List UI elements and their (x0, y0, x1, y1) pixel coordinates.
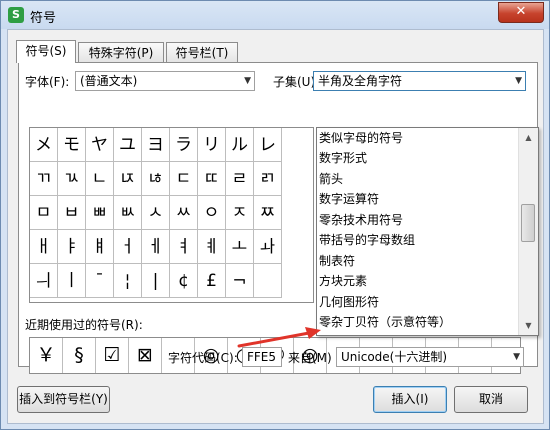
symbol-cell[interactable]: ¦ (114, 264, 142, 298)
font-select-value: (普通文本) (80, 74, 138, 88)
symbol-cell[interactable]: ¯ (86, 264, 114, 298)
close-button[interactable]: ✕ (498, 2, 544, 23)
recent-symbols-label: 近期使用过的符号(R): (25, 318, 143, 332)
symbol-cell[interactable]: ㅑ (58, 230, 86, 264)
scroll-thumb[interactable] (521, 204, 535, 242)
symbol-cell[interactable]: ㄶ (142, 162, 170, 196)
dropdown-item[interactable]: 零杂技术用符号 (319, 210, 517, 230)
from-select[interactable]: Unicode(十六进制) ▼ (336, 347, 524, 367)
window-title: 符号 (30, 11, 57, 26)
from-label: 来自(M) (288, 351, 332, 365)
symbol-cell[interactable]: ㅔ (142, 230, 170, 264)
symbol-cell[interactable]: ㅈ (226, 196, 254, 230)
chevron-down-icon: ▼ (244, 76, 251, 86)
recent-symbol[interactable]: ⊠ (129, 338, 162, 373)
dialog-body: 符号(S) 特殊字符(P) 符号栏(T) 字体(F): (普通文本) ▼ 子集(… (7, 29, 544, 424)
symbol-cell[interactable]: モ (58, 128, 86, 162)
dropdown-item[interactable]: 几何图形符 (319, 292, 517, 312)
cancel-button[interactable]: 取消 (454, 386, 528, 413)
recent-symbol[interactable]: ￥ (30, 338, 63, 373)
symbol-cell[interactable]: ヤ (86, 128, 114, 162)
title-bar: S 符号 ✕ (1, 1, 549, 29)
dropdown-scrollbar[interactable]: ▲ ▼ (518, 128, 538, 335)
symbol-cell[interactable]: ㄵ (114, 162, 142, 196)
symbol-cell[interactable]: ㄷ (170, 162, 198, 196)
chevron-down-icon: ▼ (515, 76, 522, 86)
symbol-cell[interactable] (254, 264, 282, 298)
dropdown-item[interactable]: 类似字母的符号 (319, 128, 517, 148)
symbol-cell[interactable]: ㅒ (86, 230, 114, 264)
dropdown-item[interactable]: 箭头 (319, 169, 517, 189)
subset-dropdown-list: 类似字母的符号 数字形式 箭头 数字运算符 零杂技术用符号 带括号的字母数组 制… (316, 127, 539, 336)
dropdown-item[interactable]: 带括号的字母数组 (319, 230, 517, 250)
symbol-dialog: S 符号 ✕ 符号(S) 特殊字符(P) 符号栏(T) 字体(F): (普通文本… (0, 0, 550, 430)
tab-symbol-bar[interactable]: 符号栏(T) (166, 42, 238, 63)
dropdown-item[interactable]: 制表符 (319, 251, 517, 271)
subset-select[interactable]: 半角及全角字符 ▼ (313, 71, 526, 91)
wps-app-icon: S (8, 7, 24, 23)
font-label: 字体(F): (25, 75, 70, 89)
chevron-down-icon: ▼ (513, 352, 520, 362)
red-arrow-icon (237, 327, 321, 348)
symbol-cell[interactable]: ㅣ (58, 264, 86, 298)
char-code-label: 字符代码(C): (168, 351, 238, 365)
dropdown-item[interactable]: 方块元素 (319, 271, 517, 291)
symbol-cell[interactable]: £ (198, 264, 226, 298)
symbol-cell[interactable]: ル (226, 128, 254, 162)
symbol-cell[interactable]: ¢ (170, 264, 198, 298)
symbol-cell[interactable]: ヨ (142, 128, 170, 162)
from-select-value: Unicode(十六进制) (341, 350, 448, 364)
symbol-cell[interactable]: ㄺ (254, 162, 282, 196)
symbol-cell[interactable]: ㅕ (170, 230, 198, 264)
char-code-input[interactable]: FFE5 (242, 347, 282, 367)
tab-special-chars[interactable]: 特殊字符(P) (78, 42, 164, 63)
scroll-down-icon[interactable]: ▼ (520, 317, 537, 334)
recent-symbol[interactable]: § (63, 338, 96, 373)
symbol-cell[interactable]: ㅘ (254, 230, 282, 264)
symbol-cell[interactable]: ㅁ (30, 196, 58, 230)
symbol-cell[interactable]: レ (254, 128, 282, 162)
symbol-cell[interactable]: ㅗ (226, 230, 254, 264)
subset-select-value: 半角及全角字符 (318, 74, 403, 88)
symbol-cell[interactable]: | (142, 264, 170, 298)
tab-symbols[interactable]: 符号(S) (16, 40, 76, 63)
symbol-cell[interactable]: ㅆ (170, 196, 198, 230)
insert-button[interactable]: 插入(I) (373, 386, 447, 413)
symbol-cell[interactable]: ㄲ (30, 162, 58, 196)
symbols-panel: 字体(F): (普通文本) ▼ 子集(U): 半角及全角字符 ▼ メ モ ヤ ユ… (18, 62, 539, 374)
dropdown-item[interactable]: 数字形式 (319, 148, 517, 168)
symbol-cell[interactable]: ㅃ (86, 196, 114, 230)
symbol-cell[interactable]: ㅐ (30, 230, 58, 264)
symbol-cell[interactable]: ㄸ (198, 162, 226, 196)
recent-symbol[interactable]: ☑ (96, 338, 129, 373)
font-select[interactable]: (普通文本) ▼ (75, 71, 255, 91)
symbol-cell[interactable]: ¬ (226, 264, 254, 298)
symbol-cell[interactable]: ㅖ (198, 230, 226, 264)
symbol-cell[interactable]: ㅄ (114, 196, 142, 230)
symbol-cell[interactable]: ㅉ (254, 196, 282, 230)
symbol-cell[interactable]: ㅅ (142, 196, 170, 230)
symbol-cell[interactable]: ㄳ (58, 162, 86, 196)
dropdown-item[interactable]: 数字运算符 (319, 189, 517, 209)
symbol-cell[interactable]: ㅓ (114, 230, 142, 264)
scroll-up-icon[interactable]: ▲ (520, 129, 537, 146)
symbol-cell[interactable]: ユ (114, 128, 142, 162)
symbol-cell[interactable]: メ (30, 128, 58, 162)
symbol-cell[interactable]: ㅂ (58, 196, 86, 230)
symbol-cell[interactable]: ラ (170, 128, 198, 162)
symbol-cell[interactable]: リ (198, 128, 226, 162)
insert-to-symbol-bar-button[interactable]: 插入到符号栏(Y) (17, 386, 110, 413)
dropdown-item[interactable]: 零杂丁贝符（示意符等） (319, 312, 517, 332)
symbol-cell[interactable]: ㄴ (86, 162, 114, 196)
symbol-grid: メ モ ヤ ユ ヨ ラ リ ル レ ㄲ ㄳ ㄴ ㄵ ㄶ ㄷ ㄸ ㄹ ㄺ ㅁ ㅂ … (29, 127, 314, 303)
symbol-cell[interactable]: ㅢ (30, 264, 58, 298)
symbol-cell[interactable]: ㅇ (198, 196, 226, 230)
symbol-cell[interactable]: ㄹ (226, 162, 254, 196)
